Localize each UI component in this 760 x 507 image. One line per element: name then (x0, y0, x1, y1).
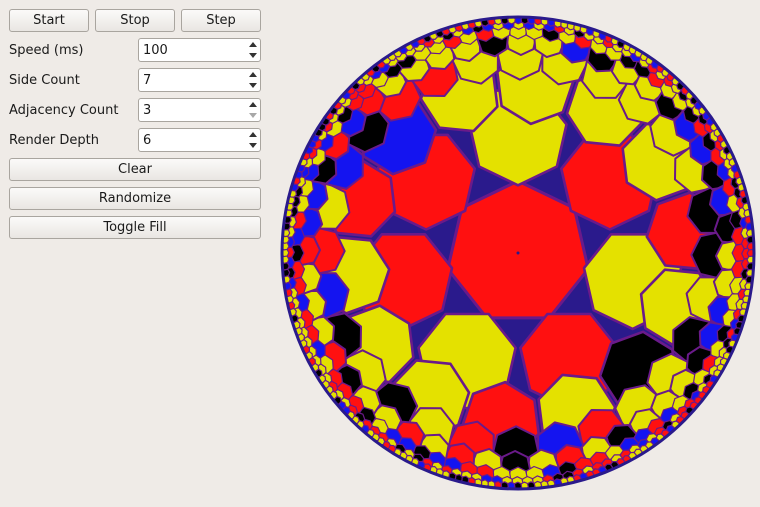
arrow-up-icon (248, 42, 257, 47)
speed-increment[interactable] (245, 39, 260, 50)
render-depth-value[interactable]: 6 (139, 133, 151, 148)
render-depth-spin-arrows (245, 129, 260, 151)
step-button[interactable]: Step (181, 9, 261, 32)
side-count-spinbox[interactable]: 7 (138, 68, 261, 92)
adjacency-count-spin-arrows (245, 99, 260, 121)
adjacency-count-decrement[interactable] (245, 110, 260, 121)
speed-value[interactable]: 100 (139, 43, 168, 58)
render-depth-label: Render Depth (9, 132, 100, 148)
speed-row: Speed (ms) 100 (9, 38, 261, 62)
arrow-down-icon (248, 53, 257, 58)
arrow-down-icon (248, 143, 257, 148)
arrow-up-icon (248, 72, 257, 77)
simulation-toolbar: Start Stop Step (9, 9, 261, 32)
adjacency-count-increment[interactable] (245, 99, 260, 110)
side-count-label: Side Count (9, 72, 80, 88)
app-window: Start Stop Step Speed (ms) 100 Side Coun… (0, 0, 760, 507)
stop-button[interactable]: Stop (95, 9, 175, 32)
center-marker (516, 251, 520, 255)
speed-spin-arrows (245, 39, 260, 61)
render-depth-decrement[interactable] (245, 140, 260, 151)
hyperbolic-disk[interactable] (280, 15, 756, 491)
adjacency-count-value[interactable]: 3 (139, 103, 151, 118)
speed-decrement[interactable] (245, 50, 260, 61)
side-count-spin-arrows (245, 69, 260, 91)
adjacency-count-row: Adjacency Count 3 (9, 98, 261, 122)
arrow-up-icon (248, 102, 257, 107)
render-depth-row: Render Depth 6 (9, 128, 261, 152)
side-count-value[interactable]: 7 (139, 73, 151, 88)
clear-button[interactable]: Clear (9, 158, 261, 181)
side-count-increment[interactable] (245, 69, 260, 80)
tiling-canvas[interactable] (280, 15, 756, 491)
adjacency-count-spinbox[interactable]: 3 (138, 98, 261, 122)
render-depth-spinbox[interactable]: 6 (138, 128, 261, 152)
adjacency-count-label: Adjacency Count (9, 102, 119, 118)
start-button[interactable]: Start (9, 9, 89, 32)
side-count-decrement[interactable] (245, 80, 260, 91)
render-depth-increment[interactable] (245, 129, 260, 140)
control-panel: Start Stop Step Speed (ms) 100 Side Coun… (9, 9, 261, 245)
randomize-button[interactable]: Randomize (9, 187, 261, 210)
speed-label: Speed (ms) (9, 42, 84, 58)
speed-spinbox[interactable]: 100 (138, 38, 261, 62)
toggle-fill-button[interactable]: Toggle Fill (9, 216, 261, 239)
arrow-down-icon (248, 113, 257, 118)
arrow-down-icon (248, 83, 257, 88)
side-count-row: Side Count 7 (9, 68, 261, 92)
arrow-up-icon (248, 132, 257, 137)
